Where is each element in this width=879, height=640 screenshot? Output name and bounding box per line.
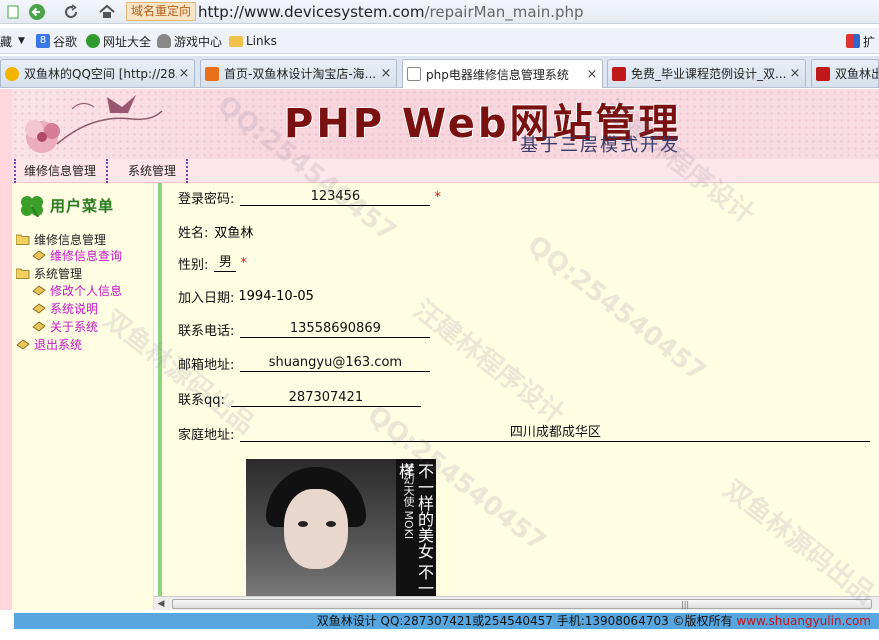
row-password: 登录密码: 123456 * [178,188,441,207]
user-photo: 梦幻天使 MOKI 不一样的美女 不一样 [246,459,436,596]
book-icon [32,321,46,331]
row-gender: 性别: 男 * [178,254,247,273]
photo-face [284,489,348,569]
left-border-strip [0,89,12,610]
bookmark-links[interactable]: Links [229,32,277,50]
url-path: /repairMan_main.php [424,3,584,21]
page-bottom [0,629,879,640]
dropdown-icon: ▼ [18,36,25,46]
url-directory-icon [86,34,100,48]
site-favicon-icon [612,66,626,81]
nav-repair-info[interactable]: 维修信息管理 [14,159,109,183]
horizontal-scrollbar[interactable]: ◀ ||| [154,596,879,610]
reload-button[interactable] [58,1,84,23]
bookmarks-bar: 藏 ▼ 8 谷歌 网址大全 游戏中心 Links 扩 [0,28,879,54]
row-phone: 联系电话: 13558690869 [178,319,431,339]
book-icon [16,339,30,349]
row-name: 姓名: 双鱼林 [178,221,253,241]
qq-field[interactable]: 287307421 [230,389,421,407]
tab-strip: 双鱼林的QQ空间 [http://28... × 首页-双鱼林设计淘宝店-海..… [0,56,879,88]
top-navigation: 维修信息管理 系统管理 [12,159,879,183]
bookmark-game-center[interactable]: 游戏中心 [157,32,222,50]
gender-select[interactable]: 男 [214,254,237,272]
tab-qq-space[interactable]: 双鱼林的QQ空间 [http://28... × [0,59,195,87]
join-date-value: 1994-10-05 [238,288,314,304]
sidebar: 用户菜单 维修信息管理 维修信息查询 系统管理 修改个人信息 系统说明 关于系统 [12,183,154,610]
row-qq: 联系qq: 287307421 [178,388,421,408]
taobao-icon [205,66,219,81]
tab-close-icon[interactable]: × [585,67,599,82]
footer-site-link[interactable]: www.shuangyulin.com [736,614,871,628]
tree-folder-repair[interactable]: 维修信息管理 [16,231,106,247]
url-host: http://www.devicesystem.com [198,3,425,21]
google-icon: 8 [36,34,50,48]
gamepad-icon [157,34,171,48]
tree-item-edit-profile[interactable]: 修改个人信息 [32,282,122,298]
star-icon [5,66,19,81]
address-bar-row: 域名重定向 http://www.devicesystem.com/repair… [0,0,879,24]
name-value: 双鱼林 [214,225,254,241]
phone-field[interactable]: 13558690869 [240,320,431,338]
tree-folder-system[interactable]: 系统管理 [16,265,82,281]
tree-item-logout[interactable]: 退出系统 [16,336,82,352]
clover-icon [21,196,43,217]
reload-icon [65,4,78,19]
back-button[interactable] [24,1,50,23]
required-mark: * [240,255,247,271]
document-icon [407,67,421,81]
book-icon [32,303,46,313]
scroll-left-icon[interactable]: ◀ [156,598,166,610]
folder-open-icon [16,268,30,279]
tree-item-system-notes[interactable]: 系统说明 [32,300,98,316]
extensions-icon [846,34,860,48]
tab-close-icon[interactable]: × [788,66,802,81]
tab-repair-system[interactable]: php电器维修信息管理系统 × [402,59,603,88]
address-field[interactable]: 四川成都成华区 [240,424,871,442]
tab-close-icon[interactable]: × [177,66,191,81]
web-page: PHP Web网站管理 基于三层模式开发 维修信息管理 系统管理 用户菜单 维修… [0,89,879,640]
tab-course-design[interactable]: 免费_毕业课程范例设计_双... × [607,59,806,87]
tree-item-repair-query[interactable]: 维修信息查询 [32,247,122,263]
bookmarks-menu[interactable]: 藏 ▼ [0,32,25,50]
bookmark-url-directory[interactable]: 网址大全 [86,32,151,50]
scrollbar-grip: ||| [681,600,690,609]
photo-eye [298,521,308,527]
main-content: 登录密码: 123456 * 姓名: 双鱼林 性别: 男 * 加入日期: 199… [162,183,879,596]
header-banner: PHP Web网站管理 基于三层模式开发 [12,89,879,159]
home-button[interactable] [94,1,120,23]
footer-text: 双鱼林设计 QQ:287307421或254540457 手机:13908064… [316,614,737,628]
book-icon [32,285,46,295]
page-footer: 双鱼林设计 QQ:287307421或254540457 手机:13908064… [14,613,879,629]
book-icon [32,250,46,260]
tab-taobao-shop[interactable]: 首页-双鱼林设计淘宝店-海... × [200,59,397,87]
banner-subtitle: 基于三层模式开发 [520,135,680,156]
tab-shuangyulin[interactable]: 双鱼林出 [811,59,879,87]
url-field[interactable]: http://www.devicesystem.com/repairMan_ma… [198,1,584,23]
redirect-badge: 域名重定向 [126,2,197,21]
row-join-date: 加入日期: 1994-10-05 [178,288,314,306]
back-arrow-icon [29,4,45,20]
menu-heading: 用户菜单 [18,191,114,219]
page-icon [0,1,26,23]
tab-close-icon[interactable]: × [379,66,393,81]
photo-caption: 不一样的美女 不一样 [396,463,434,596]
home-icon [99,4,115,18]
site-favicon-icon [816,66,830,81]
extensions-button[interactable]: 扩 [846,32,875,50]
email-field[interactable]: shuangyu@163.com [240,354,431,372]
scrollbar-thumb[interactable]: ||| [172,599,872,609]
required-mark: * [434,189,441,205]
folder-icon [229,35,243,47]
folder-open-icon [16,234,30,245]
photo-eye [326,521,336,527]
bookmark-google[interactable]: 8 谷歌 [36,32,77,50]
tree-item-about[interactable]: 关于系统 [32,318,98,334]
flower-decoration-icon [25,95,163,153]
nav-system-management[interactable]: 系统管理 [118,159,189,183]
row-email: 邮箱地址: shuangyu@163.com [178,353,431,373]
row-address: 家庭地址: 四川成都成华区 [178,423,871,443]
password-field[interactable]: 123456 [240,188,431,206]
